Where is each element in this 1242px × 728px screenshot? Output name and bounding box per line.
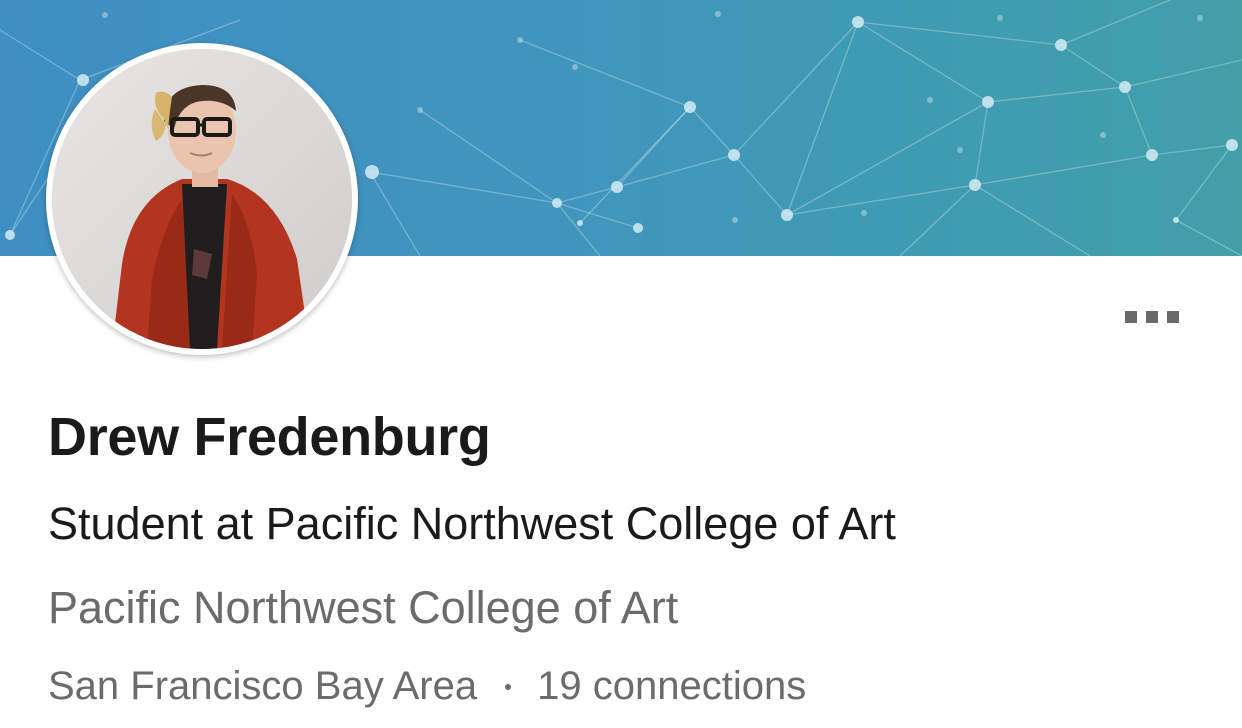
connections-link[interactable]: 19 connections <box>537 664 806 709</box>
profile-location: San Francisco Bay Area <box>48 664 478 708</box>
more-horizontal-icon <box>1125 311 1179 323</box>
profile-headline: Student at Pacific Northwest College of … <box>48 498 896 549</box>
more-options-button[interactable] <box>1116 300 1188 334</box>
profile-school[interactable]: Pacific Northwest College of Art <box>48 582 678 634</box>
profile-name: Drew Fredenburg <box>48 407 491 467</box>
profile-photo-illustration <box>52 49 352 349</box>
profile-meta: San Francisco Bay Area 19 connections <box>48 664 806 709</box>
avatar[interactable] <box>46 43 358 355</box>
profile-card: Drew Fredenburg Student at Pacific North… <box>0 0 1242 728</box>
profile-photo <box>52 49 352 349</box>
separator-dot <box>505 683 512 690</box>
